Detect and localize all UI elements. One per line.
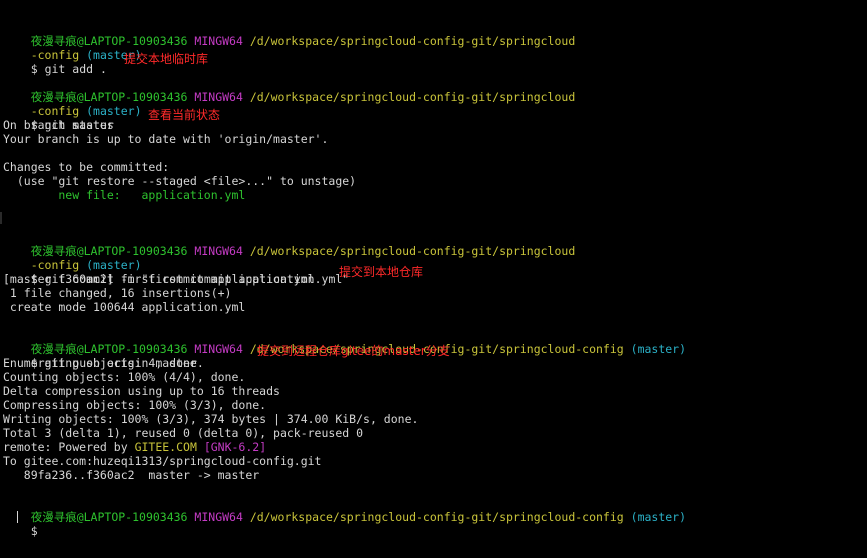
output-line: On branch master bbox=[3, 118, 114, 132]
output-line: [master f360ac2] first commit applicatio… bbox=[3, 272, 315, 286]
output-line: Delta compression using up to 16 threads bbox=[3, 384, 280, 398]
active-command-line[interactable]: $ bbox=[3, 510, 38, 538]
prompt-path: /d/workspace/springcloud-config-git/spri… bbox=[249, 244, 576, 258]
command-line: $ git commit -m "first commit applicatio… bbox=[3, 258, 350, 286]
prompt-line: 夜漫寻痕@LAPTOP-10903436 MINGW64 /d/workspac… bbox=[3, 328, 686, 356]
output-line: 1 file changed, 16 insertions(+) bbox=[3, 286, 232, 300]
output-line: (use "git restore --staged <file>..." to… bbox=[3, 174, 357, 188]
output-line: create mode 100644 application.yml bbox=[3, 300, 246, 314]
prompt-branch: (master) bbox=[630, 510, 687, 524]
output-line: Compressing objects: 100% (3/3), done. bbox=[3, 398, 267, 412]
remote-prefix: remote: Powered by bbox=[3, 440, 135, 454]
prompt-line-wrap: -config (master) bbox=[3, 90, 142, 118]
command-line: $ git push origin master bbox=[3, 342, 197, 370]
prompt-symbol: $ bbox=[30, 62, 38, 76]
command-line: $ git status bbox=[3, 104, 114, 132]
output-new-file: new file: application.yml bbox=[3, 188, 246, 202]
annotation-git-commit: 提交到本地仓库 bbox=[339, 265, 424, 279]
prompt-mingw: MINGW64 bbox=[194, 244, 243, 258]
prompt-mingw: MINGW64 bbox=[194, 34, 243, 48]
output-line: To gitee.com:huzeqi1313/springcloud-conf… bbox=[3, 454, 322, 468]
prompt-line: 夜漫寻痕@LAPTOP-10903436 MINGW64 /d/workspac… bbox=[3, 20, 576, 48]
prompt-branch: (master) bbox=[630, 342, 687, 356]
prompt-mingw: MINGW64 bbox=[194, 510, 243, 524]
output-remote-line: remote: Powered by GITEE.COM [GNK-6.2] bbox=[3, 440, 266, 454]
prompt-path: /d/workspace/springcloud-config-git/spri… bbox=[249, 90, 576, 104]
output-line: 89fa236..f360ac2 master -> master bbox=[3, 468, 260, 482]
output-line: Your branch is up to date with 'origin/m… bbox=[3, 132, 329, 146]
prompt-line: 夜漫寻痕@LAPTOP-10903436 MINGW64 /d/workspac… bbox=[3, 76, 576, 104]
annotation-git-add: 提交本地临时库 bbox=[124, 52, 209, 66]
prompt-line: 夜漫寻痕@LAPTOP-10903436 MINGW64 /d/workspac… bbox=[3, 230, 576, 258]
prompt-path: /d/workspace/springcloud-config-git/spri… bbox=[249, 34, 576, 48]
output-line: Counting objects: 100% (4/4), done. bbox=[3, 370, 246, 384]
output-line: Total 3 (delta 1), reused 0 (delta 0), p… bbox=[3, 426, 364, 440]
prompt-mingw: MINGW64 bbox=[194, 90, 243, 104]
left-scroll-edge bbox=[0, 212, 2, 224]
remote-gitee: GITEE.COM bbox=[134, 440, 197, 454]
prompt-path: /d/workspace/springcloud-config-git/spri… bbox=[249, 510, 624, 524]
prompt-mingw: MINGW64 bbox=[194, 342, 243, 356]
prompt-line-wrap: -config (master) bbox=[3, 244, 142, 272]
prompt-line: 夜漫寻痕@LAPTOP-10903436 MINGW64 /d/workspac… bbox=[3, 496, 686, 524]
remote-gnk: [GNK-6.2] bbox=[203, 440, 267, 454]
output-line: Writing objects: 100% (3/3), 374 bytes |… bbox=[3, 412, 419, 426]
annotation-git-status: 查看当前状态 bbox=[148, 108, 221, 122]
terminal-window[interactable]: 夜漫寻痕@LAPTOP-10903436 MINGW64 /d/workspac… bbox=[0, 0, 867, 558]
command-line: $ git add . bbox=[3, 48, 107, 76]
command-text: git add . bbox=[44, 62, 107, 76]
prompt-user-host: 夜漫寻痕@LAPTOP-10903436 bbox=[30, 510, 188, 524]
prompt-line-wrap: -config (master) bbox=[3, 34, 142, 62]
annotation-git-push: 提交到远程仓库gitee的master分支 bbox=[257, 344, 450, 358]
prompt-symbol: $ bbox=[30, 524, 38, 538]
text-cursor bbox=[17, 511, 18, 523]
output-line: Enumerating objects: 4, done. bbox=[3, 356, 204, 370]
output-line: Changes to be committed: bbox=[3, 160, 170, 174]
